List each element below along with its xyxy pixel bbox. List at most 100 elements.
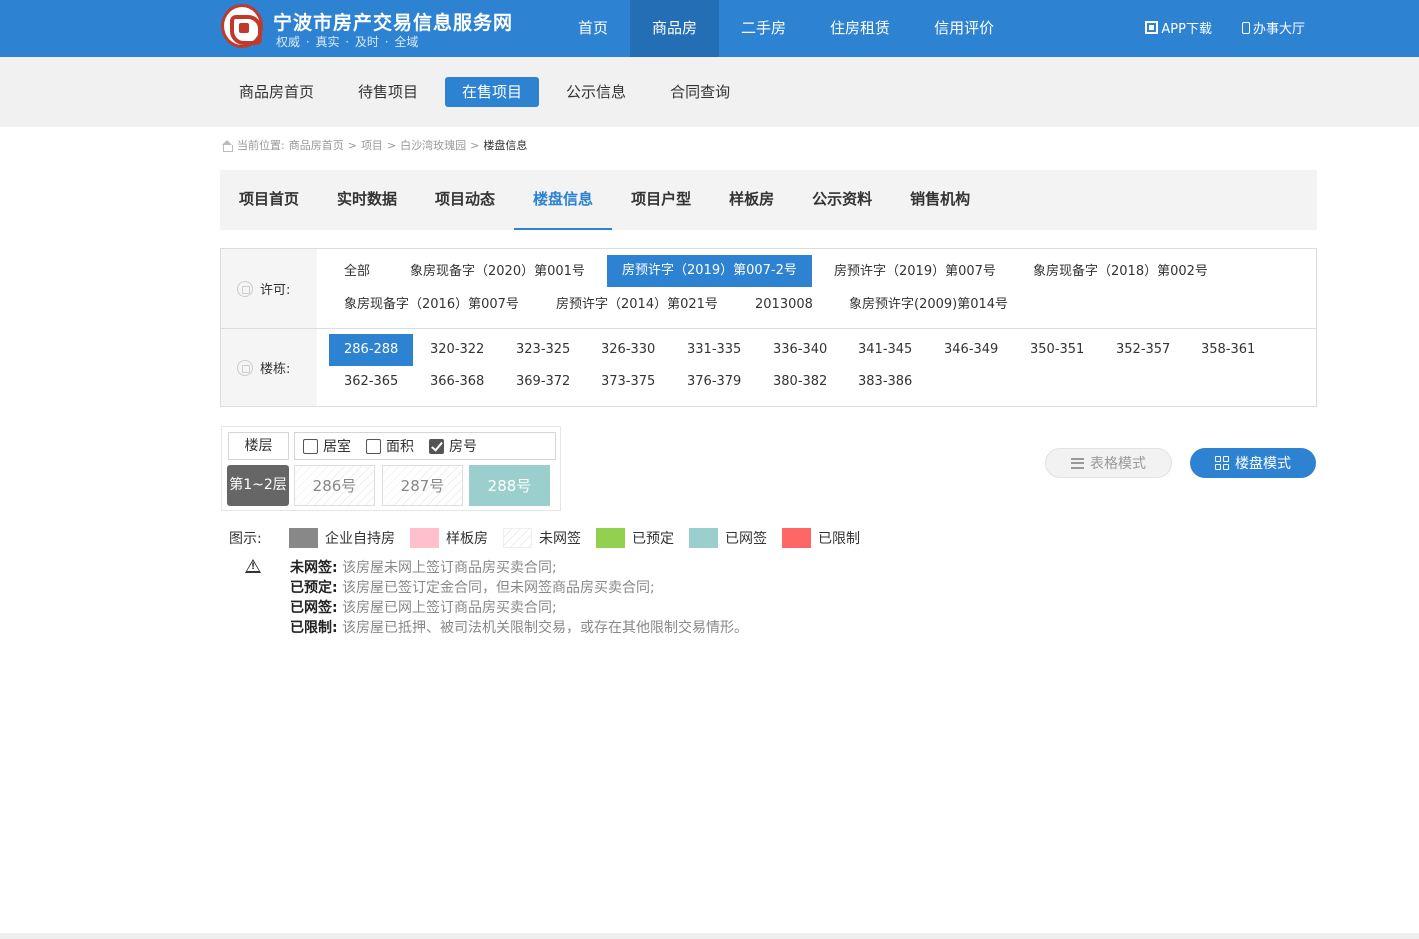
subnav-contract-query[interactable]: 合同查询 bbox=[653, 77, 747, 107]
subnav-new-homes-home[interactable]: 商品房首页 bbox=[222, 77, 331, 107]
tab-floor-plans[interactable]: 项目户型 bbox=[612, 170, 710, 230]
breadcrumb-item[interactable]: 白沙湾玫瑰园 bbox=[400, 137, 466, 153]
building-option[interactable]: 346-349 bbox=[929, 335, 1013, 365]
subnav-on-sale-projects[interactable]: 在售项目 bbox=[445, 77, 540, 107]
table-mode-button[interactable]: 表格模式 bbox=[1045, 448, 1172, 478]
service-hall-link[interactable]: 办事大厅 bbox=[1241, 18, 1305, 37]
floor-header: 楼层 bbox=[228, 432, 289, 460]
building-option[interactable]: 376-379 bbox=[672, 367, 756, 397]
status-notes: 未网签: 该房屋未网上签订商品房买卖合同; 已预定: 该房屋已签订定金合同，但未… bbox=[290, 558, 748, 638]
note-desc: 该房屋已抵押、被司法机关限制交易，或存在其他限制交易情形。 bbox=[342, 620, 749, 636]
warning-icon bbox=[245, 559, 261, 573]
service-hall-label: 办事大厅 bbox=[1252, 22, 1305, 37]
option-room-number[interactable]: 房号 bbox=[429, 436, 477, 456]
main-nav-new-homes[interactable]: 商品房 bbox=[630, 0, 720, 57]
breadcrumb-prefix: 当前位置: bbox=[237, 139, 285, 152]
permit-option[interactable]: 象房现备字（2020）第001号 bbox=[395, 257, 600, 287]
subnav-public-info[interactable]: 公示信息 bbox=[549, 77, 643, 107]
logo-emblem-icon bbox=[221, 4, 263, 48]
room-cell[interactable]: 286号 bbox=[294, 465, 375, 506]
tab-project-news[interactable]: 项目动态 bbox=[416, 170, 514, 230]
bedrooms-checkbox[interactable] bbox=[303, 438, 318, 454]
building-filter-label: 楼栋: bbox=[260, 362, 291, 377]
legend-label: 图示: bbox=[229, 531, 262, 547]
permit-options: 全部 象房现备字（2020）第001号 房预许字（2019）第007-2号 房预… bbox=[317, 249, 1316, 328]
building-option[interactable]: 320-322 bbox=[415, 335, 499, 365]
legend-item-label: 已预定 bbox=[632, 531, 674, 547]
building-option[interactable]: 383-386 bbox=[843, 367, 927, 397]
permit-option[interactable]: 2013008 bbox=[740, 290, 828, 320]
tab-project-home[interactable]: 项目首页 bbox=[220, 170, 318, 230]
permit-option[interactable]: 象房现备字（2016）第007号 bbox=[329, 290, 534, 320]
permit-option[interactable]: 全部 bbox=[329, 257, 385, 287]
breadcrumb-item[interactable]: 项目 bbox=[361, 137, 383, 153]
option-area[interactable]: 面积 bbox=[366, 436, 414, 456]
building-option[interactable]: 331-335 bbox=[672, 335, 756, 365]
permit-icon bbox=[237, 280, 253, 297]
building-mode-button[interactable]: 楼盘模式 bbox=[1190, 448, 1316, 478]
permit-option[interactable]: 房预许字（2019）第007号 bbox=[819, 257, 1011, 287]
app-download-link[interactable]: APP下载 bbox=[1145, 18, 1212, 37]
breadcrumb-separator: > bbox=[470, 138, 480, 152]
tab-realtime-data[interactable]: 实时数据 bbox=[318, 170, 416, 230]
area-checkbox[interactable] bbox=[366, 438, 381, 454]
legend-item: 已预定 bbox=[596, 528, 674, 548]
permit-option[interactable]: 象房预许字(2009)第014号 bbox=[834, 290, 1023, 320]
tab-building-info[interactable]: 楼盘信息 bbox=[514, 170, 613, 230]
building-options: 286-288 320-322 323-325 326-330 331-335 … bbox=[317, 329, 1316, 406]
legend-item: 未网签 bbox=[503, 528, 581, 548]
subnav-pending-projects[interactable]: 待售项目 bbox=[341, 77, 435, 107]
breadcrumb-current: 楼盘信息 bbox=[483, 139, 528, 152]
site-logo[interactable]: 宁波市房产交易信息服务网 权威 · 真实 · 及时 · 全域 bbox=[221, 4, 521, 52]
header-links: APP下载 办事大厅 bbox=[1145, 18, 1305, 37]
permit-option[interactable]: 象房现备字（2018）第002号 bbox=[1018, 257, 1223, 287]
display-options: 居室 面积 房号 bbox=[294, 432, 556, 460]
building-option[interactable]: 362-365 bbox=[329, 367, 413, 397]
sub-nav-band: 商品房首页 待售项目 在售项目 公示信息 合同查询 bbox=[0, 57, 1419, 127]
tab-show-flat[interactable]: 样板房 bbox=[710, 170, 793, 230]
note-term: 已预定: bbox=[290, 580, 338, 596]
tab-sales-agency[interactable]: 销售机构 bbox=[891, 170, 989, 230]
permit-filter-label: 许可: bbox=[260, 283, 291, 298]
main-nav-home[interactable]: 首页 bbox=[556, 0, 630, 57]
legend-item-label: 已限制 bbox=[818, 531, 860, 547]
app-download-label: APP下载 bbox=[1161, 22, 1212, 37]
main-nav-second-hand[interactable]: 二手房 bbox=[719, 0, 808, 57]
note-desc: 该房屋已签订定金合同，但未网签商品房买卖合同; bbox=[342, 580, 655, 596]
building-option[interactable]: 341-345 bbox=[843, 335, 927, 365]
breadcrumb-item[interactable]: 商品房首页 bbox=[289, 137, 344, 153]
building-option[interactable]: 352-357 bbox=[1101, 335, 1185, 365]
option-bedrooms[interactable]: 居室 bbox=[303, 436, 351, 456]
building-option[interactable]: 380-382 bbox=[758, 367, 842, 397]
table-mode-label: 表格模式 bbox=[1090, 456, 1146, 472]
building-option[interactable]: 373-375 bbox=[586, 367, 670, 397]
project-tabs: 项目首页 实时数据 项目动态 楼盘信息 项目户型 样板房 公示资料 销售机构 bbox=[220, 170, 1317, 230]
phone-icon bbox=[1241, 21, 1250, 34]
legend-item-label: 已网签 bbox=[725, 531, 767, 547]
option-label: 房号 bbox=[449, 439, 477, 455]
note-term: 未网签: bbox=[290, 560, 338, 576]
building-option[interactable]: 366-368 bbox=[415, 367, 499, 397]
building-option[interactable]: 358-361 bbox=[1186, 335, 1270, 365]
main-nav-credit[interactable]: 信用评价 bbox=[912, 0, 1016, 57]
permit-option[interactable]: 房预许字（2019）第007-2号 bbox=[607, 255, 812, 287]
building-option[interactable]: 350-351 bbox=[1015, 335, 1099, 365]
room-cell[interactable]: 288号 bbox=[469, 465, 550, 506]
room-number-checkbox[interactable] bbox=[429, 438, 444, 454]
building-option[interactable]: 336-340 bbox=[758, 335, 842, 365]
room-cell[interactable]: 287号 bbox=[382, 465, 463, 506]
tab-public-documents[interactable]: 公示资料 bbox=[793, 170, 891, 230]
main-nav-rental[interactable]: 住房租赁 bbox=[808, 0, 912, 57]
note-desc: 该房屋未网上签订商品房买卖合同; bbox=[342, 560, 557, 576]
building-option[interactable]: 369-372 bbox=[501, 367, 585, 397]
option-label: 面积 bbox=[386, 439, 414, 455]
legend-swatch bbox=[596, 528, 625, 548]
sub-nav: 商品房首页 待售项目 在售项目 公示信息 合同查询 bbox=[222, 77, 747, 107]
permit-option[interactable]: 房预许字（2014）第021号 bbox=[541, 290, 733, 320]
legend-swatch bbox=[782, 528, 811, 548]
note-line: 已预定: 该房屋已签订定金合同，但未网签商品房买卖合同; bbox=[290, 578, 748, 598]
building-option[interactable]: 326-330 bbox=[586, 335, 670, 365]
legend-swatch bbox=[689, 528, 718, 548]
building-option[interactable]: 286-288 bbox=[329, 334, 414, 366]
building-option[interactable]: 323-325 bbox=[501, 335, 585, 365]
